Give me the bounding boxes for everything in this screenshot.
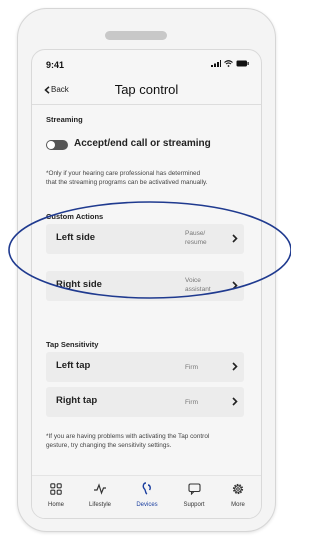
sensitivity-note: *If you are having problems with activat… xyxy=(46,432,251,450)
chevron-right-icon xyxy=(232,281,238,290)
app-screen: 9:41 Back Tap control Streaming Accept/e… xyxy=(31,49,262,519)
custom-action-row-right[interactable]: Right side Voice assistant xyxy=(46,271,244,301)
phone-speaker xyxy=(105,31,167,40)
tab-label: Support xyxy=(183,502,205,508)
navigation-bar: Back Tap control xyxy=(32,78,261,105)
support-icon xyxy=(187,483,201,496)
tap-sensitivity-heading: Tap Sensitivity xyxy=(46,340,99,349)
signal-icon xyxy=(211,60,221,67)
row-value-line-2: resume xyxy=(185,239,207,246)
tab-home[interactable]: Home xyxy=(36,482,76,508)
streaming-toggle[interactable] xyxy=(46,140,68,150)
tab-lifestyle[interactable]: Lifestyle xyxy=(80,482,120,508)
streaming-toggle-label: Accept/end call or streaming xyxy=(74,138,211,149)
row-value: Voice assistant xyxy=(185,276,235,294)
row-value: Firm xyxy=(185,364,198,371)
tab-devices[interactable]: Devices xyxy=(127,482,167,508)
sensitivity-row-left[interactable]: Left tap Firm xyxy=(46,352,244,382)
sensitivity-note-line-1: *If you are having problems with activat… xyxy=(46,433,210,440)
page-title: Tap control xyxy=(114,82,179,97)
status-time: 9:41 xyxy=(46,60,65,70)
wifi-icon xyxy=(224,60,233,67)
home-icon xyxy=(50,483,62,495)
tab-support[interactable]: Support xyxy=(174,482,214,508)
toggle-knob xyxy=(47,141,55,149)
tab-label: Home xyxy=(47,502,64,508)
row-label: Right side xyxy=(56,279,102,290)
streaming-note: *Only if your hearing care professional … xyxy=(46,169,251,187)
row-label: Right tap xyxy=(56,395,98,406)
tab-bar: Home Lifestyle Devices Support More xyxy=(32,475,261,518)
streaming-heading: Streaming xyxy=(46,115,83,124)
streaming-note-line-1: *Only if your hearing care professional … xyxy=(46,170,201,177)
battery-icon xyxy=(236,60,249,67)
custom-action-row-left[interactable]: Left side Pause/ resume xyxy=(46,224,244,254)
gear-icon xyxy=(232,483,244,495)
devices-icon xyxy=(142,482,151,495)
row-value: Firm xyxy=(185,399,198,406)
row-value: Pause/ resume xyxy=(185,229,235,247)
status-icons xyxy=(211,60,249,67)
chevron-right-icon xyxy=(232,397,238,406)
row-value-line-2: assistant xyxy=(185,286,211,293)
sensitivity-row-right[interactable]: Right tap Firm xyxy=(46,387,244,417)
custom-actions-heading: Custom Actions xyxy=(46,212,104,221)
status-bar: 9:41 xyxy=(32,50,261,78)
row-value-line-1: Pause/ xyxy=(185,230,206,237)
chevron-right-icon xyxy=(232,362,238,371)
row-value-line-1: Voice xyxy=(185,277,201,284)
tab-label: Lifestyle xyxy=(88,502,111,508)
tab-label: Devices xyxy=(136,502,158,508)
sensitivity-note-line-2: gesture, try changing the sensitivity se… xyxy=(46,442,172,449)
chevron-right-icon xyxy=(232,234,238,243)
streaming-note-line-2: that the streaming programs can be activ… xyxy=(46,179,208,186)
tab-more[interactable]: More xyxy=(218,482,258,508)
lifestyle-icon xyxy=(94,483,106,495)
row-label: Left tap xyxy=(56,360,91,371)
row-label: Left side xyxy=(56,232,96,243)
tab-label: More xyxy=(231,502,245,508)
